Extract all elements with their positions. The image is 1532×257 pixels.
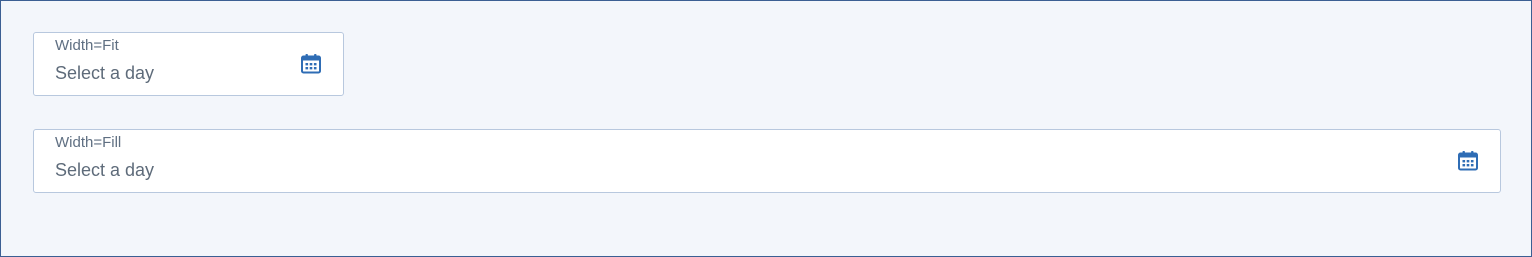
date-picker-showcase: Width=Fit Width=Fill <box>0 0 1532 257</box>
date-picker-fill-input[interactable] <box>54 158 1416 182</box>
date-picker-fill-label: Width=Fill <box>55 134 122 151</box>
calendar-icon[interactable] <box>1457 150 1479 172</box>
date-picker-fit[interactable]: Width=Fit <box>33 32 344 96</box>
calendar-icon[interactable] <box>300 53 322 75</box>
date-picker-fit-label: Width=Fit <box>55 37 119 54</box>
date-picker-fill[interactable]: Width=Fill <box>33 129 1501 193</box>
date-picker-fit-input[interactable] <box>54 61 276 85</box>
